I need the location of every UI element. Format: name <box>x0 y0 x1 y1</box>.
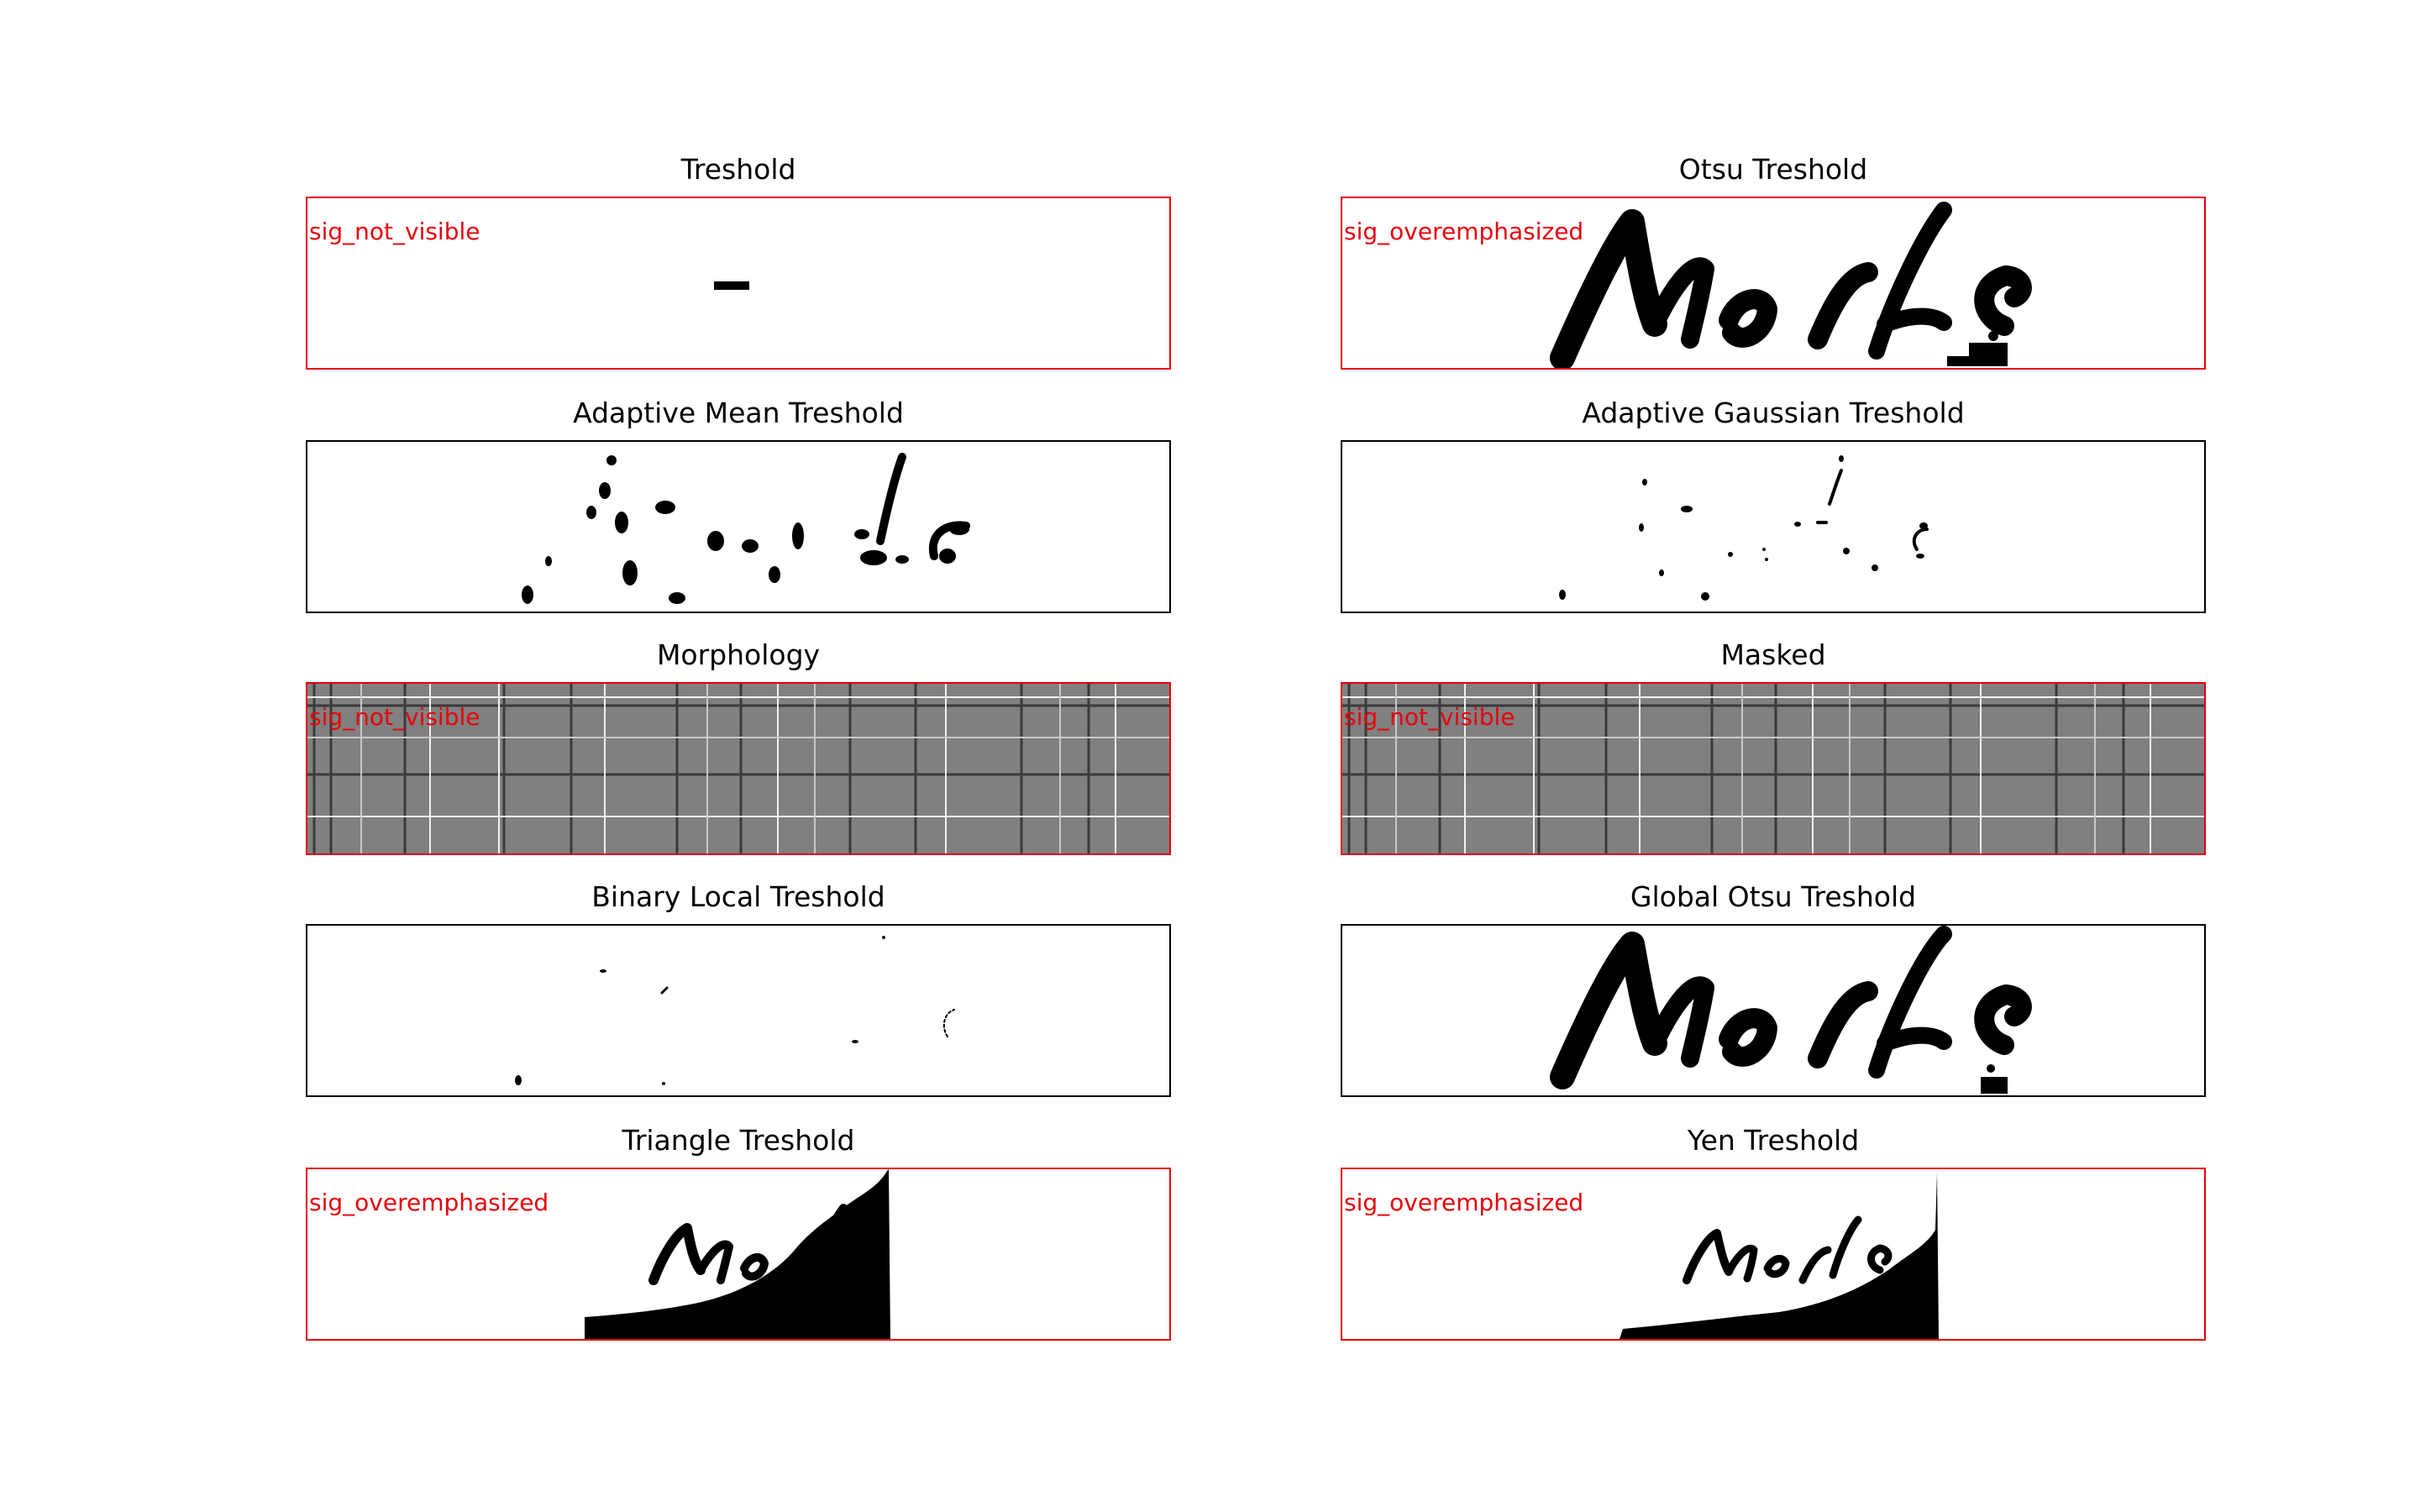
panel-image: sig_overemphasized <box>1341 197 2206 370</box>
signature-image-fragments <box>522 453 970 604</box>
panel-title: Morphology <box>656 638 821 671</box>
signature-image-otsu <box>1550 926 2032 1094</box>
panel-image <box>306 440 1171 613</box>
panel-title: Treshold <box>680 153 796 186</box>
panel-flag: sig_not_visible <box>1344 703 1515 731</box>
panel-image: sig_not_visible <box>306 197 1171 370</box>
panel-title: Otsu Treshold <box>1678 153 1868 186</box>
panel-otsu-treshold: Otsu Treshold sig_overemphasized <box>1341 153 2206 370</box>
panel-flag: sig_not_visible <box>309 703 480 731</box>
threshold-comparison-figure: Treshold sig_not_visible Otsu Treshold s… <box>0 0 2436 1512</box>
panel-title: Yen Treshold <box>1687 1124 1860 1157</box>
panel-title: Adaptive Mean Treshold <box>573 396 904 429</box>
panel-image: sig_not_visible <box>306 682 1171 855</box>
panel-flag: sig_overemphasized <box>1344 1189 1584 1216</box>
panel-global-otsu-treshold: Global Otsu Treshold <box>1341 880 2206 1097</box>
panel-image: sig_overemphasized <box>1341 1168 2206 1341</box>
signature-image-specks <box>515 936 955 1085</box>
panel-title: Adaptive Gaussian Treshold <box>1582 396 1965 429</box>
panel-flag: sig_overemphasized <box>1344 218 1584 245</box>
panel-adaptive-mean-treshold: Adaptive Mean Treshold <box>306 396 1171 613</box>
panel-title: Binary Local Treshold <box>591 880 885 913</box>
panel-masked: Masked sig_not_visible <box>1341 638 2206 855</box>
panel-flag: sig_not_visible <box>309 218 480 245</box>
panel-image <box>1341 440 2206 613</box>
panel-binary-local-treshold: Binary Local Treshold <box>306 880 1171 1097</box>
panel-title: Global Otsu Treshold <box>1630 880 1917 913</box>
panel-treshold: Treshold sig_not_visible <box>306 153 1171 370</box>
panel-title: Triangle Treshold <box>622 1124 855 1157</box>
panel-image <box>1341 924 2206 1097</box>
panel-adaptive-gaussian-treshold: Adaptive Gaussian Treshold <box>1341 396 2206 613</box>
panel-image: sig_not_visible <box>1341 682 2206 855</box>
panel-morphology: Morphology sig_not_visible <box>306 638 1171 855</box>
panel-triangle-treshold: Triangle Treshold sig_overemphasized <box>306 1124 1171 1341</box>
signature-image-sparse <box>1559 455 1929 601</box>
panel-flag: sig_overemphasized <box>309 1189 549 1216</box>
panel-image: sig_overemphasized <box>306 1168 1171 1341</box>
panel-title: Masked <box>1720 638 1826 671</box>
panel-image <box>306 924 1171 1097</box>
panel-yen-treshold: Yen Treshold sig_overemphasized <box>1341 1124 2206 1341</box>
